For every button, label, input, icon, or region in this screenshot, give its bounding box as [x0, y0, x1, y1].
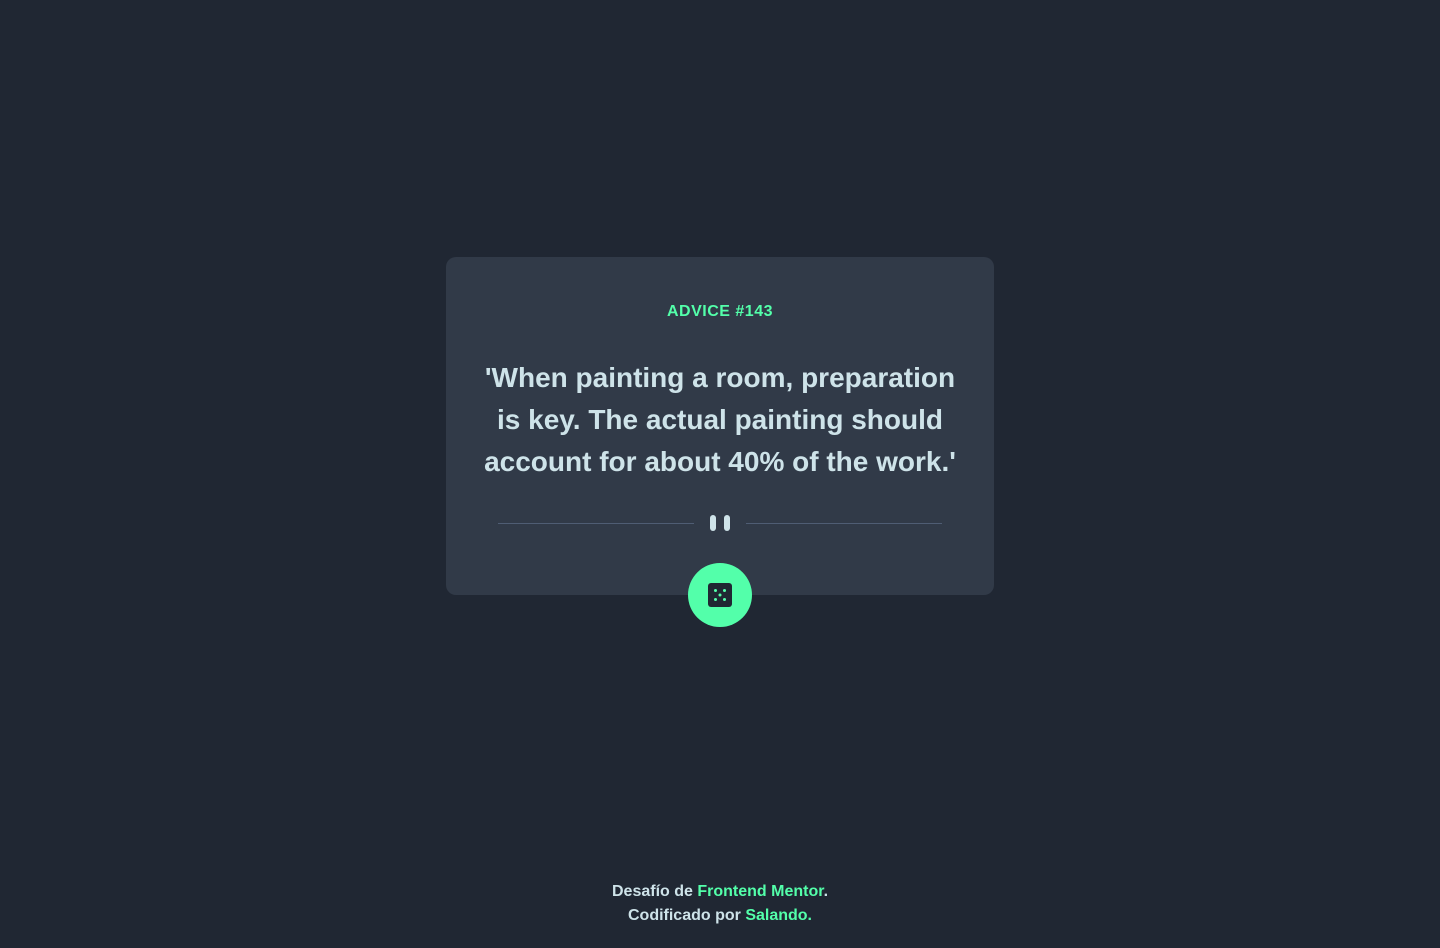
page: ADVICE #143 'When painting a room, prepa…: [0, 0, 1440, 948]
author-link[interactable]: Salando.: [745, 907, 812, 924]
frontend-mentor-link[interactable]: Frontend Mentor: [697, 883, 823, 900]
divider: [498, 515, 942, 531]
attribution-line-2: Codificado por Salando.: [0, 904, 1440, 928]
new-advice-button[interactable]: [688, 563, 752, 627]
advice-quote: 'When painting a room, preparation is ke…: [484, 362, 956, 477]
advice-id: ADVICE #143: [667, 303, 773, 320]
divider-line-left: [498, 523, 694, 524]
attribution: Desafío de Frontend Mentor. Codificado p…: [0, 880, 1440, 928]
coded-by-prefix: Codificado por: [627, 907, 746, 924]
pause-icon: [710, 515, 730, 531]
attribution-suffix: .: [823, 883, 829, 900]
attribution-prefix: Desafío de: [611, 883, 698, 900]
attribution-line-1: Desafío de Frontend Mentor.: [0, 880, 1440, 904]
divider-line-right: [746, 523, 942, 524]
dice-icon: [708, 583, 732, 607]
advice-card: ADVICE #143 'When painting a room, prepa…: [446, 257, 994, 595]
